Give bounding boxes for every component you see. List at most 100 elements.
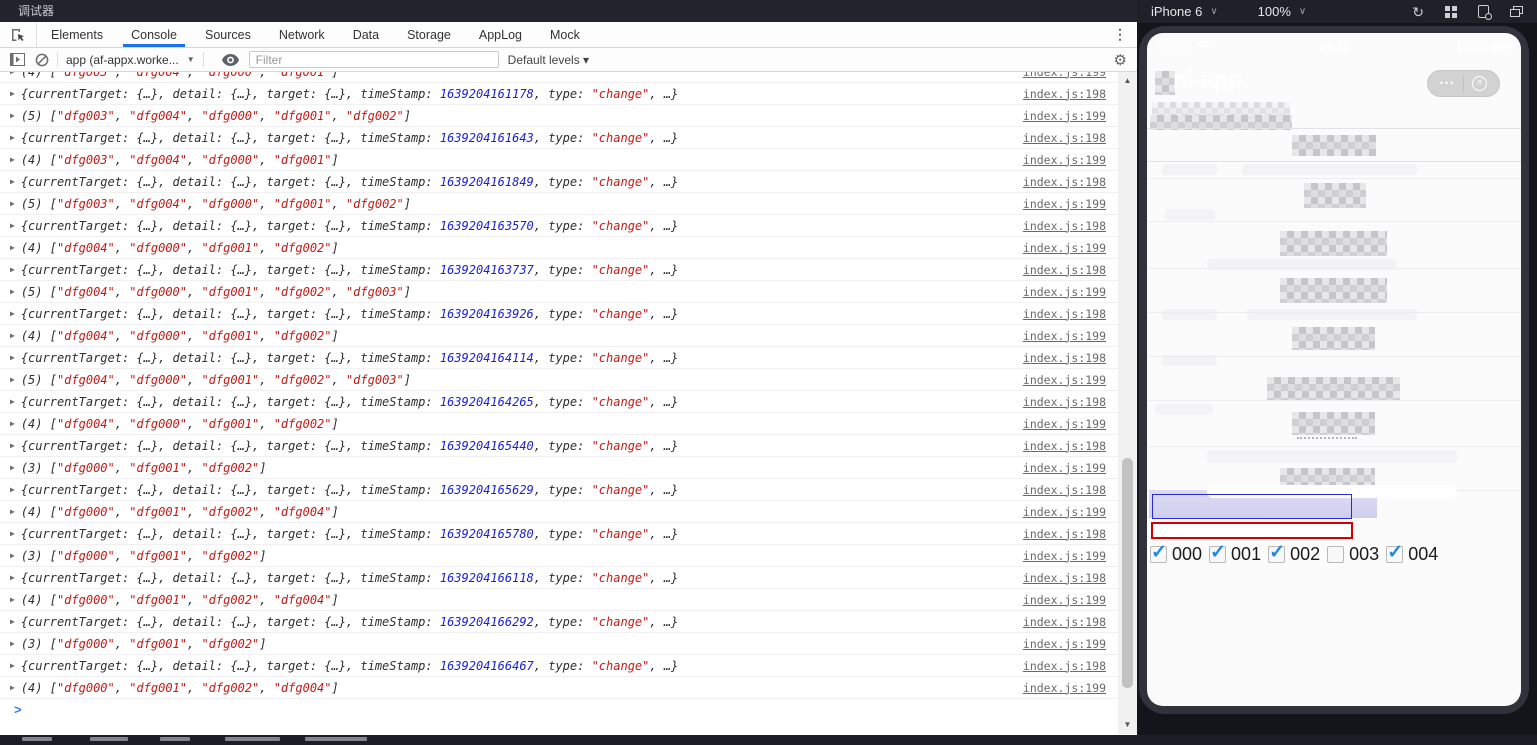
source-link[interactable]: index.js:199 [1023,373,1118,387]
source-link[interactable]: index.js:198 [1023,263,1118,277]
console-settings-gear-icon[interactable]: ⚙ [1114,51,1137,69]
scrollbar-thumb[interactable] [1122,458,1133,688]
source-link[interactable]: index.js:198 [1023,527,1118,541]
console-row-array[interactable]: ▶ (4) ["dfg000", "dfg001", "dfg002", "dfg… [0,589,1118,611]
source-link[interactable]: index.js:198 [1023,219,1118,233]
source-link[interactable]: index.js:199 [1023,241,1118,255]
censored-block [1280,231,1387,256]
checkbox-002[interactable]: ✓ [1268,542,1286,563]
source-link[interactable]: index.js:198 [1023,571,1118,585]
tab-storage[interactable]: Storage [393,22,465,47]
source-link[interactable]: index.js:199 [1023,461,1118,475]
source-link[interactable]: index.js:199 [1023,417,1118,431]
checkbox-004[interactable]: ✓ [1386,542,1404,563]
device-selector[interactable]: iPhone 6 ∨ [1151,4,1218,19]
tab-console[interactable]: Console [117,22,191,47]
console-row-event[interactable]: ▶ {currentTarget: {…}, detail: {…}, targe… [0,259,1118,281]
console-row-array[interactable]: ▶ (5) ["dfg004", "dfg000", "dfg001", "dfg… [0,281,1118,303]
console-row-event[interactable]: ▶ {currentTarget: {…}, detail: {…}, targe… [0,171,1118,193]
clipped-statusbar-text [160,737,190,741]
console-row-array[interactable]: ▶ (3) ["dfg000", "dfg001", "dfg002"] index… [0,457,1118,479]
checkbox-003[interactable] [1327,546,1345,563]
zoom-selector[interactable]: 100% ∨ [1258,4,1307,19]
console-row-event[interactable]: ▶ {currentTarget: {…}, detail: {…}, targe… [0,523,1118,545]
windows-stack-icon[interactable] [1510,6,1523,17]
grid-view-icon[interactable] [1445,5,1457,18]
tab-data[interactable]: Data [339,22,393,47]
source-link[interactable]: index.js:199 [1023,637,1118,651]
console-row-event[interactable]: ▶ {currentTarget: {…}, detail: {…}, targe… [0,347,1118,369]
tab-network[interactable]: Network [265,22,339,47]
source-link[interactable]: index.js:198 [1023,131,1118,145]
capsule-close-icon[interactable]: × [1472,76,1488,91]
tab-mock[interactable]: Mock [536,22,594,47]
filter-input[interactable] [248,51,499,68]
console-row-array[interactable]: ▶ (3) ["dfg000", "dfg001", "dfg002"] index… [0,633,1118,655]
red-bordered-input[interactable] [1151,522,1353,539]
console-row-array[interactable]: ▶ (4) ["dfg004", "dfg000", "dfg001", "dfg… [0,413,1118,435]
log-levels-selector[interactable]: Default levels ▾ [508,53,589,67]
console-row-event[interactable]: ▶ {currentTarget: {…}, detail: {…}, targe… [0,215,1118,237]
source-link[interactable]: index.js:198 [1023,395,1118,409]
source-link[interactable]: index.js:198 [1023,659,1118,673]
source-link[interactable]: index.js:199 [1023,197,1118,211]
console-row-array[interactable]: ▶ (4) ["dfg004", "dfg000", "dfg001", "dfg… [0,237,1118,259]
tab-elements[interactable]: Elements [37,22,117,47]
source-link[interactable]: index.js:199 [1023,681,1118,695]
console-row-array[interactable]: ▶ (4) ["dfg004", "dfg000", "dfg001", "dfg… [0,325,1118,347]
checkbox-001[interactable]: ✓ [1209,542,1227,563]
source-link[interactable]: index.js:199 [1023,72,1118,79]
checkbox-000[interactable]: ✓ [1150,542,1167,563]
console-prompt-chevron: > [14,701,22,717]
capsule-more-icon[interactable]: ••• [1440,79,1455,88]
console-row-array[interactable]: ▶ (4) ["dfg000", "dfg001", "dfg002", "dfg… [0,501,1118,523]
console-row-event[interactable]: ▶ {currentTarget: {…}, detail: {…}, targe… [0,435,1118,457]
console-row-array[interactable]: ▶(4) ["dfg003", "dfg004", "dfg000", "dfg… [0,72,1118,83]
source-link[interactable]: index.js:198 [1023,439,1118,453]
scroll-up-icon[interactable]: ▲ [1118,74,1137,88]
console-row-event[interactable]: ▶ {currentTarget: {…}, detail: {…}, targe… [0,611,1118,633]
censored-block [1152,102,1290,115]
source-link[interactable]: index.js:199 [1023,549,1118,563]
execution-context-selector[interactable]: app (af-appx.worke... ▼ [66,53,195,67]
refresh-icon[interactable]: ↻ [1412,5,1424,19]
source-link[interactable]: index.js:198 [1023,351,1118,365]
source-link[interactable]: index.js:199 [1023,329,1118,343]
console-row-event[interactable]: ▶ {currentTarget: {…}, detail: {…}, targe… [0,83,1118,105]
source-link[interactable]: index.js:199 [1023,153,1118,167]
source-link[interactable]: index.js:199 [1023,505,1118,519]
source-link[interactable]: index.js:199 [1023,109,1118,123]
console-row-event[interactable]: ▶ {currentTarget: {…}, detail: {…}, targe… [0,655,1118,677]
tab-sources[interactable]: Sources [191,22,265,47]
console-prompt-row[interactable]: > [0,699,1118,719]
console-sidebar-toggle-icon[interactable] [10,53,25,66]
console-row-event[interactable]: ▶ {currentTarget: {…}, detail: {…}, targe… [0,127,1118,149]
console-row-array[interactable]: ▶ (5) ["dfg003", "dfg004", "dfg000", "dfg… [0,193,1118,215]
source-link[interactable]: index.js:199 [1023,285,1118,299]
console-scrollbar[interactable]: ▲ ▼ [1118,72,1137,734]
console-row-event[interactable]: ▶ {currentTarget: {…}, detail: {…}, targe… [0,391,1118,413]
source-link[interactable]: index.js:199 [1023,593,1118,607]
source-link[interactable]: index.js:198 [1023,615,1118,629]
source-link[interactable]: index.js:198 [1023,175,1118,189]
focused-input[interactable] [1152,494,1352,519]
live-expression-eye-icon[interactable] [221,53,239,66]
more-options-icon[interactable]: ⋮ [1103,22,1137,47]
console-row-event[interactable]: ▶ {currentTarget: {…}, detail: {…}, targe… [0,567,1118,589]
clear-console-icon[interactable] [35,53,49,67]
console-row-array[interactable]: ▶ (5) ["dfg004", "dfg000", "dfg001", "dfg… [0,369,1118,391]
source-link[interactable]: index.js:198 [1023,87,1118,101]
source-link[interactable]: index.js:198 [1023,483,1118,497]
console-row-event[interactable]: ▶ {currentTarget: {…}, detail: {…}, targe… [0,303,1118,325]
tab-applog[interactable]: AppLog [465,22,536,47]
device-settings-icon[interactable] [1478,5,1492,20]
clear-glyph [35,53,49,66]
console-row-array[interactable]: ▶(4) ["dfg003", "dfg004", "dfg000", "dfg… [0,149,1118,171]
source-link[interactable]: index.js:198 [1023,307,1118,321]
console-row-array[interactable]: ▶ (3) ["dfg000", "dfg001", "dfg002"] index… [0,545,1118,567]
console-row-array[interactable]: ▶ (5) ["dfg003", "dfg004", "dfg000", "dfg… [0,105,1118,127]
console-row-event[interactable]: ▶ {currentTarget: {…}, detail: {…}, targe… [0,479,1118,501]
scroll-down-icon[interactable]: ▼ [1118,718,1137,732]
inspect-element-button[interactable] [0,22,37,47]
console-row-array[interactable]: ▶ (4) ["dfg000", "dfg001", "dfg002", "dfg… [0,677,1118,699]
